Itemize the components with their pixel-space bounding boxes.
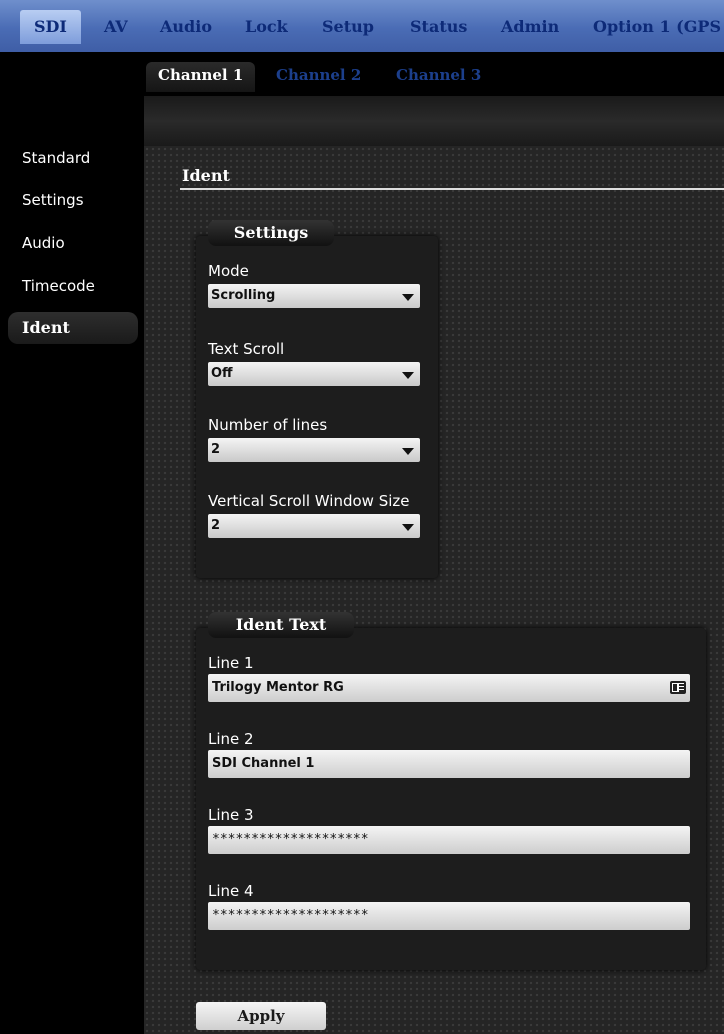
top-navigation: SDI AV Audio Lock Setup Status Admin Opt… <box>0 0 724 52</box>
tab-lock[interactable]: Lock <box>245 10 288 44</box>
line1-label: Line 1 <box>208 654 254 672</box>
vertical-scroll-label: Vertical Scroll Window Size <box>208 492 410 510</box>
sidebar-item-standard[interactable]: Standard <box>8 142 138 174</box>
tab-channel-1[interactable]: Channel 1 <box>146 62 256 92</box>
line2-input[interactable]: SDI Channel 1 <box>208 750 690 778</box>
section-title: Ident <box>182 166 230 185</box>
tab-status[interactable]: Status <box>410 10 467 44</box>
line3-value: ******************** <box>212 832 369 847</box>
tab-setup[interactable]: Setup <box>322 10 374 44</box>
vertical-scroll-value: 2 <box>211 518 221 533</box>
apply-button[interactable]: Apply <box>196 1002 326 1030</box>
number-of-lines-select[interactable]: 2 <box>208 438 420 462</box>
text-scroll-label: Text Scroll <box>208 340 285 358</box>
line2-value: SDI Channel 1 <box>212 756 315 771</box>
tab-sdi[interactable]: SDI <box>20 10 81 44</box>
chevron-down-icon <box>402 372 414 379</box>
tab-channel-3[interactable]: Channel 3 <box>396 62 481 92</box>
line1-value: Trilogy Mentor RG <box>212 680 344 695</box>
settings-legend: Settings <box>208 220 334 246</box>
line4-value: ******************** <box>212 908 369 923</box>
sidebar-item-timecode[interactable]: Timecode <box>8 270 138 302</box>
main-content: Ident Settings Mode Scrolling Text Scrol… <box>144 146 724 1034</box>
tab-audio[interactable]: Audio <box>160 10 212 44</box>
number-of-lines-label: Number of lines <box>208 416 328 434</box>
settings-panel: Settings Mode Scrolling Text Scroll Off … <box>196 220 438 578</box>
text-scroll-select[interactable]: Off <box>208 362 420 386</box>
tab-admin[interactable]: Admin <box>501 10 559 44</box>
line3-label: Line 3 <box>208 806 254 824</box>
mode-value: Scrolling <box>211 288 276 303</box>
sidebar-item-settings[interactable]: Settings <box>8 184 138 216</box>
line3-input[interactable]: ******************** <box>208 826 690 854</box>
number-of-lines-value: 2 <box>211 442 221 457</box>
tab-channel-2[interactable]: Channel 2 <box>276 62 361 92</box>
section-divider <box>180 188 724 190</box>
header-band <box>144 96 724 146</box>
channel-tabs: Channel 1 Channel 2 Channel 3 <box>0 52 724 96</box>
line1-input[interactable]: Trilogy Mentor RG <box>208 674 690 702</box>
tab-option-1[interactable]: Option 1 (GPS <box>593 10 721 44</box>
ident-text-legend: Ident Text <box>208 612 354 638</box>
line4-input[interactable]: ******************** <box>208 902 690 930</box>
chevron-down-icon <box>402 448 414 455</box>
sidebar: Standard Settings Audio Timecode Ident <box>0 140 144 1034</box>
sidebar-item-audio[interactable]: Audio <box>8 227 138 259</box>
line2-label: Line 2 <box>208 730 254 748</box>
mode-label: Mode <box>208 262 249 280</box>
mode-select[interactable]: Scrolling <box>208 284 420 308</box>
vertical-scroll-select[interactable]: 2 <box>208 514 420 538</box>
sidebar-item-ident[interactable]: Ident <box>8 312 138 344</box>
line4-label: Line 4 <box>208 882 254 900</box>
chevron-down-icon <box>402 524 414 531</box>
text-scroll-value: Off <box>211 366 233 381</box>
tab-av[interactable]: AV <box>104 10 128 44</box>
contact-card-icon[interactable] <box>670 681 686 694</box>
chevron-down-icon <box>402 294 414 301</box>
ident-text-panel: Ident Text Line 1 Trilogy Mentor RG Line… <box>196 612 706 970</box>
